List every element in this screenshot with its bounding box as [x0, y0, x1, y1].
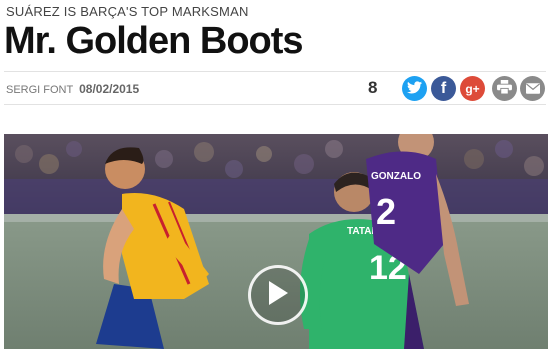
- divider-top: [4, 71, 546, 72]
- article-title: Mr. Golden Boots: [4, 20, 304, 62]
- article-kicker: SUÁREZ IS BARÇA'S TOP MARKSMAN: [6, 4, 249, 19]
- print-button[interactable]: [492, 76, 517, 101]
- facebook-icon: f: [440, 79, 447, 97]
- video-player[interactable]: TATARUSANU 12 GONZALO 2: [4, 134, 548, 349]
- gonzalo-jersey-number: 2: [376, 191, 396, 232]
- gonzalo-jersey-name: GONZALO: [371, 171, 421, 182]
- twitter-icon: [407, 80, 422, 97]
- publish-date: 08/02/2015: [79, 82, 140, 96]
- author-name[interactable]: SERGI FONT: [6, 84, 73, 96]
- envelope-icon: [525, 81, 540, 97]
- email-button[interactable]: [520, 76, 545, 101]
- google-plus-icon: g+: [465, 81, 480, 96]
- printer-icon: [497, 80, 512, 97]
- play-icon: [267, 280, 289, 311]
- twitter-share-button[interactable]: [402, 76, 427, 101]
- share-count: 8: [368, 78, 378, 97]
- facebook-share-button[interactable]: f: [431, 76, 456, 101]
- gplus-share-button[interactable]: g+: [460, 76, 485, 101]
- divider-bottom: [4, 104, 546, 105]
- article-byline: SERGI FONT 08/02/2015: [6, 82, 139, 96]
- play-button[interactable]: [248, 265, 308, 325]
